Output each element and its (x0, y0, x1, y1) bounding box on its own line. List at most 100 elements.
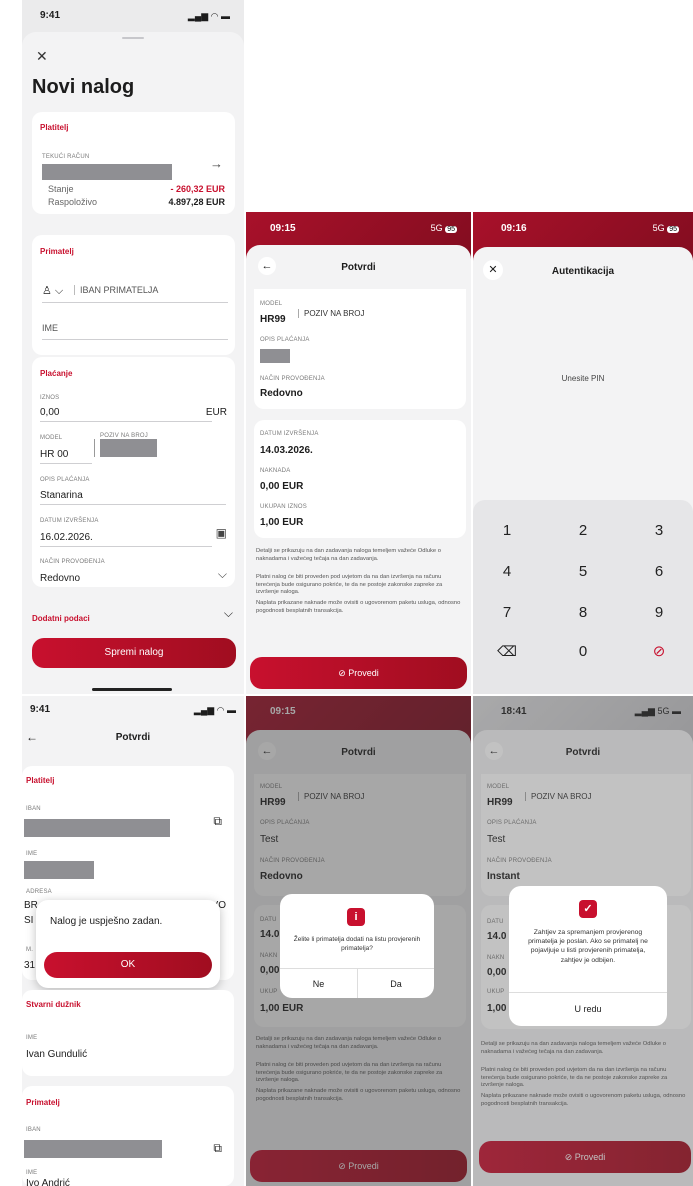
save-order-button[interactable]: Spremi nalog (32, 638, 236, 668)
available-value: 4.897,28 EUR (168, 197, 225, 207)
account-label: TEKUĆI RAČUN (42, 154, 90, 160)
success-message: Nalog je uspješno zadan. (50, 916, 163, 927)
arrow-right-icon[interactable]: → (210, 156, 223, 171)
method-value: Redovno (260, 388, 303, 399)
date-value: 14.03.2026. (260, 445, 313, 456)
ok-button[interactable]: OK (44, 952, 212, 978)
extra-data-label: Dodatni podaci (32, 614, 90, 623)
desc-label: OPIS PLAĆANJA (40, 477, 90, 483)
execute-button[interactable]: ⊘ Provedi (250, 657, 467, 689)
check-icon: ✓ (579, 900, 597, 918)
battery-level: 95 (667, 226, 679, 233)
key-4[interactable]: 4 (477, 563, 537, 580)
name-input[interactable]: IME (42, 323, 58, 333)
address-fragment-left-2: SI (24, 915, 34, 926)
status-icons: ▂▄▆ ◠ ▬ (187, 11, 230, 21)
total-label: UKUPAN IZNOS (260, 504, 307, 510)
pin-prompt: Unesite PIN (561, 374, 605, 383)
recipient-card: Primatelj ♙ ⌵ IBAN PRIMATELJA IME (32, 235, 235, 355)
close-icon[interactable]: ✕ (36, 48, 48, 65)
screen-success: 9:41 ▂▄▆ ◠ ▬ ← Potvrdi Platitelj IBAN ⧉ … (22, 696, 244, 1186)
copy-icon[interactable]: ⧉ (213, 1141, 222, 1156)
screen-new-order: 9:41 ▂▄▆ ◠ ▬ ✕ Novi nalog Platitelj TEKU… (22, 0, 244, 694)
recipient-name: Ivo Andrić (26, 1178, 70, 1186)
address-label: ADRESA (26, 889, 52, 895)
payer-section-title: Platitelj (40, 123, 69, 132)
disclaimer-2: Platni nalog će biti proveden pod uvjeto… (256, 574, 443, 596)
amount-underline (40, 421, 212, 422)
desc-input[interactable]: Stanarina (40, 490, 83, 501)
key-6[interactable]: 6 (629, 563, 689, 580)
key-0[interactable]: 0 (553, 643, 613, 660)
info-icon: i (347, 908, 365, 926)
ok-button[interactable]: U redu (509, 996, 667, 1022)
payment-card: Plaćanje IZNOS 0,00 EUR MODEL HR 00 POZI… (32, 357, 235, 587)
debtor-card: Stvarni dužnik IME Ivan Gundulić (22, 990, 234, 1076)
page-title: Potvrdi (341, 262, 376, 273)
recipient-section-title: Primatelj (26, 1098, 60, 1107)
yes-button[interactable]: Da (358, 972, 434, 996)
calendar-icon[interactable]: ▣ (216, 526, 227, 540)
sheet-handle (122, 37, 144, 39)
desc-underline (40, 504, 226, 505)
confirm-check-icon[interactable]: ⊘ (629, 642, 689, 660)
battery-level: 95 (445, 226, 457, 233)
available-label: Raspoloživo (48, 197, 98, 207)
key-7[interactable]: 7 (477, 604, 537, 621)
ma-label: M. (26, 947, 34, 953)
dialog-divider (509, 992, 667, 993)
key-8[interactable]: 8 (553, 604, 613, 621)
debtor-name: Ivan Gundulić (26, 1049, 88, 1060)
model-input[interactable]: HR 00 (40, 449, 68, 460)
sheet: ✕ Autentikacija Unesite PIN 1 2 3 4 5 6 … (473, 247, 693, 694)
screen-authentication: 09:16 5G 95 ✕ Autentikacija Unesite PIN … (473, 212, 693, 694)
extra-data-toggle[interactable]: Dodatni podaci ⌵ (32, 606, 235, 624)
method-select[interactable]: Redovno (40, 573, 80, 584)
amount-label: IZNOS (40, 395, 60, 401)
model-label: MODEL (40, 435, 63, 441)
request-sent-dialog: ✓ Zahtjev za spremanjem provjerenog prim… (509, 886, 667, 1026)
network-label: 5G (430, 223, 443, 233)
date-underline (40, 546, 212, 547)
success-dialog: Nalog je uspješno zadan. OK (36, 900, 220, 988)
page-title: Novi nalog (32, 76, 135, 98)
reference-value: POZIV NA BROJ (298, 309, 364, 318)
fee-value: 0,00 EUR (260, 481, 304, 492)
reference-redacted[interactable] (100, 439, 157, 457)
iban-label: IBAN (26, 806, 41, 812)
recipient-type-icon[interactable]: ♙ ⌵ (42, 284, 63, 298)
recipient-card: Primatelj IBAN ⧉ IME Ivo Andrić (22, 1086, 234, 1186)
page-title: Autentikacija (551, 266, 615, 277)
key-5[interactable]: 5 (553, 563, 613, 580)
date-input[interactable]: 16.02.2026. (40, 532, 93, 543)
desc-label: OPIS PLAĆANJA (260, 337, 310, 343)
model-underline (40, 463, 92, 464)
balance-label: Stanje (48, 184, 74, 194)
backspace-icon[interactable]: ⌫ (477, 643, 537, 660)
key-3[interactable]: 3 (629, 522, 689, 539)
dialog-message: Zahtjev za spremanjem provjerenog primat… (528, 929, 648, 964)
date-label: DATUM IZVRŠENJA (260, 431, 319, 437)
key-1[interactable]: 1 (477, 522, 537, 539)
model-label: MODEL (260, 301, 283, 307)
key-9[interactable]: 9 (629, 604, 689, 621)
status-time: 09:15 (270, 223, 296, 234)
no-button[interactable]: Ne (280, 972, 357, 996)
screen-verified-request: 18:41 ▂▄▆ 5G ▬ ← Potvrdi MODEL HR99 POZI… (473, 696, 693, 1186)
chevron-down-icon[interactable]: ⌵ (218, 567, 227, 582)
amount-input[interactable]: 0,00 (40, 407, 59, 418)
screen-confirm: 09:15 5G 95 ← Potvrdi MODEL HR99 POZIV N… (246, 212, 471, 694)
copy-icon[interactable]: ⧉ (213, 814, 222, 829)
key-2[interactable]: 2 (553, 522, 613, 539)
iban-redacted (24, 819, 170, 837)
execute-label: Provedi (348, 668, 379, 678)
reference-divider (94, 439, 95, 457)
name-redacted (24, 861, 94, 879)
sheet: ✕ Novi nalog Platitelj TEKUĆI RAČUN → St… (22, 32, 244, 694)
chevron-down-icon: ⌵ (223, 606, 233, 620)
account-number-redacted (42, 164, 172, 180)
iban-input[interactable]: IBAN PRIMATELJA (74, 285, 158, 295)
recipient-section-title: Primatelj (40, 247, 74, 256)
status-network: 5G 95 (431, 223, 457, 233)
details-card: MODEL HR99 POZIV NA BROJ OPIS PLAĆANJA N… (254, 289, 466, 409)
